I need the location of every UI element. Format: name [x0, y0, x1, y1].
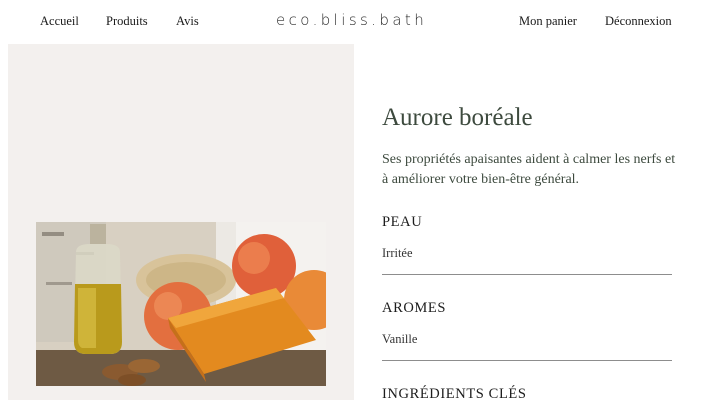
page: Accueil Produits Avis eco.bliss.bath Mon…	[0, 0, 708, 400]
soap-still-life-image	[36, 222, 326, 386]
divider	[382, 274, 672, 275]
nav-link-avis[interactable]: Avis	[176, 14, 199, 29]
product-description: Ses propriétés apaisantes aident à calme…	[382, 152, 676, 187]
nav-link-produits[interactable]: Produits	[106, 14, 148, 29]
nav-link-accueil[interactable]: Accueil	[40, 14, 79, 29]
nav-link-cart[interactable]: Mon panier	[519, 14, 577, 29]
product-image-panel	[8, 44, 354, 400]
section-value-aromas: Vanille	[382, 332, 418, 346]
brand-logo[interactable]: eco.bliss.bath	[276, 11, 442, 29]
divider	[382, 360, 672, 361]
section-label-skin: PEAU	[382, 214, 423, 230]
top-navigation: Accueil Produits Avis eco.bliss.bath Mon…	[0, 0, 708, 44]
product-title: Aurore boréale	[382, 104, 533, 131]
nav-link-logout[interactable]: Déconnexion	[605, 14, 672, 29]
section-label-aromas: AROMES	[382, 300, 447, 316]
section-label-key-ingredients: INGRÉDIENTS CLÉS	[382, 386, 527, 400]
section-value-skin: Irritée	[382, 246, 413, 260]
product-details: Aurore boréale Ses propriétés apaisantes…	[382, 44, 675, 400]
product-photo	[36, 222, 326, 386]
